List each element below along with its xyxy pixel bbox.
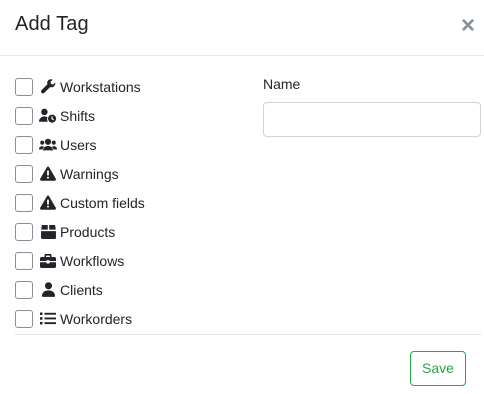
modal-title: Add Tag — [15, 13, 89, 35]
name-field-label: Name — [263, 76, 301, 92]
wrench-icon — [39, 79, 57, 95]
checkbox[interactable] — [15, 135, 33, 154]
tag-item-users[interactable]: Users — [15, 130, 145, 159]
tag-label: Warnings — [60, 165, 119, 182]
checkbox[interactable] — [15, 193, 33, 212]
name-input[interactable] — [263, 102, 481, 137]
checkbox[interactable] — [15, 222, 33, 241]
tag-label: Clients — [60, 281, 103, 298]
users-icon — [39, 137, 57, 153]
list-icon — [39, 311, 57, 327]
box-icon — [39, 224, 57, 240]
tag-item-custom-fields[interactable]: Custom fields — [15, 188, 145, 217]
footer-divider — [15, 334, 481, 335]
tag-item-warnings[interactable]: Warnings — [15, 159, 145, 188]
tag-item-workorders[interactable]: Workorders — [15, 304, 145, 333]
user-icon — [39, 282, 57, 298]
tag-label: Products — [60, 223, 116, 240]
warning-icon — [39, 195, 57, 211]
tag-item-products[interactable]: Products — [15, 217, 145, 246]
tag-checkbox-list: Workstations Shifts Users Warnings Custo… — [15, 72, 145, 333]
briefcase-icon — [39, 253, 57, 269]
checkbox[interactable] — [15, 280, 33, 299]
tag-label: Users — [60, 136, 97, 153]
tag-label: Custom fields — [60, 194, 145, 211]
warning-icon — [39, 166, 57, 182]
user-clock-icon — [39, 108, 57, 124]
checkbox[interactable] — [15, 106, 33, 125]
modal-header: Add Tag × — [0, 0, 484, 56]
save-button[interactable]: Save — [410, 351, 466, 386]
checkbox[interactable] — [15, 251, 33, 270]
tag-label: Workstations — [60, 78, 141, 95]
checkbox[interactable] — [15, 77, 33, 96]
tag-label: Workorders — [60, 310, 133, 327]
tag-label: Workflows — [60, 252, 125, 269]
checkbox[interactable] — [15, 164, 33, 183]
tag-item-workflows[interactable]: Workflows — [15, 246, 145, 275]
tag-label: Shifts — [60, 107, 96, 124]
tag-item-workstations[interactable]: Workstations — [15, 72, 145, 101]
add-tag-modal: Add Tag × Workstations Shifts Users Warn… — [0, 0, 484, 394]
close-button[interactable]: × — [458, 14, 478, 38]
checkbox[interactable] — [15, 309, 33, 328]
tag-item-clients[interactable]: Clients — [15, 275, 145, 304]
tag-item-shifts[interactable]: Shifts — [15, 101, 145, 130]
